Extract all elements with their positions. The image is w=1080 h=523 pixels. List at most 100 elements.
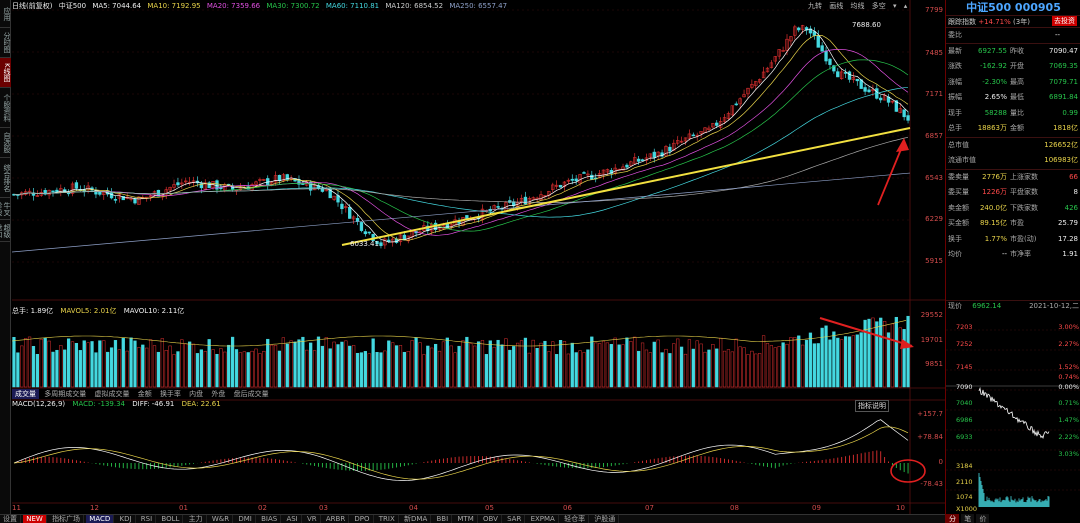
indicator-bias[interactable]: BIAS (258, 515, 282, 523)
indicator-obv[interactable]: OBV (480, 515, 502, 523)
indicator-help-button[interactable]: 指标说明 (855, 400, 889, 412)
volume-bar (133, 340, 137, 388)
tab-outer[interactable]: 外盘 (208, 389, 228, 399)
quote-value: 7069.35 (1049, 62, 1078, 70)
indicator-arbr[interactable]: ARBR (323, 515, 350, 523)
month-tick: 06 (563, 504, 572, 512)
volume-bar (500, 344, 504, 388)
volume-bar (195, 353, 200, 388)
mini-pct-tick: 0.74% (1058, 373, 1079, 381)
indicator-bbi[interactable]: BBI (433, 515, 453, 523)
quote-label: 换手 (948, 234, 962, 243)
candle-body (74, 182, 79, 189)
tab-diagnosis[interactable]: 牛叉诊股 (0, 198, 11, 220)
volume-bar (672, 343, 676, 388)
tab-ranking[interactable]: 综合排名 (0, 158, 11, 198)
ma30-value: MA30: 7300.72 (266, 2, 320, 10)
settings-button[interactable]: 设置 (0, 515, 21, 523)
indicator-light-position[interactable]: 轻仓率 (561, 515, 590, 523)
tab-tick[interactable]: 笔 (961, 514, 975, 523)
volume-bar (738, 346, 742, 388)
indicator-sar[interactable]: SAR (504, 515, 526, 523)
tab-turnover[interactable]: 换手率 (157, 389, 184, 399)
volume-bar (234, 349, 239, 388)
mavol5-value: MAVOL5: 2.01亿 (60, 307, 117, 315)
volume-bar (188, 341, 192, 388)
quote-label: 平盘家数 (1010, 188, 1038, 196)
quote-value: 1226万 (982, 188, 1007, 196)
tab-apps[interactable]: 应用 (0, 0, 11, 28)
macd-tick: +157.7 (917, 410, 943, 418)
mini-chart-axes: 7203 7252 7145 7090 7040 6986 6933 3.00%… (948, 310, 1079, 514)
volume-bar (16, 352, 20, 388)
draw-line-button[interactable]: 画线 (829, 2, 843, 10)
tab-amount[interactable]: 金额 (135, 389, 155, 399)
nine-turn-button[interactable]: 九转 (808, 2, 822, 10)
indicator-macd[interactable]: MACD (86, 515, 115, 523)
tab-watchlist[interactable]: 自选股 (0, 128, 11, 158)
volume-bar (410, 340, 414, 388)
quote-value: 240.0亿 (979, 203, 1007, 212)
tab-multi-volume[interactable]: 多周期成交量 (41, 389, 89, 399)
indicator-square-button[interactable]: 指标广场 (49, 515, 85, 523)
invest-button[interactable]: 去投资 (1052, 16, 1077, 26)
indicator-hk-connect[interactable]: 沪股通 (591, 515, 620, 523)
quote-value: 126652亿 (1044, 140, 1078, 149)
quote-value: 89.15亿 (979, 219, 1007, 227)
indicator-asi[interactable]: ASI (283, 515, 302, 523)
macd-params[interactable]: MACD(12,26,9) (12, 400, 65, 408)
indicator-rsi[interactable]: RSI (138, 515, 157, 523)
chevron-up-icon[interactable]: ▴ (904, 2, 908, 10)
volume-bar (203, 351, 207, 388)
volume-bar (902, 329, 906, 388)
tab-kline[interactable]: K线图 (0, 58, 11, 88)
quote-value: 17.28 (1057, 234, 1078, 243)
tab-profile[interactable]: 个股资料 (0, 88, 11, 128)
volume-bar (586, 349, 590, 388)
tab-virtual-volume[interactable]: 虚拟成交量 (91, 389, 132, 399)
volume-bar (152, 345, 157, 388)
indicator-wr[interactable]: W&R (209, 515, 234, 523)
volume-bar (31, 346, 36, 388)
volume-bar (578, 350, 582, 388)
quote-panel: 中证500 000905 跟踪指数 +14.71% (3年) 去投资 委比 --… (945, 0, 1080, 523)
tab-super-tape[interactable]: 超级盘口 (0, 220, 11, 242)
price-tick: 7171 (925, 90, 943, 98)
kline-chart-area[interactable] (12, 0, 945, 514)
indicator-mtm[interactable]: MTM (454, 515, 478, 523)
tab-minute[interactable]: 分 (946, 514, 959, 523)
indicator-trix[interactable]: TRIX (376, 515, 399, 523)
quote-value: 1.91 (1062, 250, 1078, 258)
indicator-dpo[interactable]: DPO (351, 515, 374, 523)
mini-chart-price: 6962.14 (972, 302, 1002, 310)
tab-inner[interactable]: 内盘 (186, 389, 206, 399)
candle-body (496, 206, 500, 208)
dea-line (13, 426, 909, 480)
long-short-button[interactable]: 多空 (872, 2, 886, 10)
tab-volume[interactable]: 成交量 (12, 389, 39, 399)
candle-body (379, 242, 383, 246)
indicator-main[interactable]: 主力 (186, 515, 207, 523)
mini-pct-tick: 2.27% (1058, 340, 1079, 348)
tab-after-hours[interactable]: 盘后成交量 (231, 389, 272, 399)
indicator-kdj[interactable]: KDJ (117, 515, 136, 523)
volume-bar (254, 348, 258, 388)
volume-bar (886, 332, 891, 388)
indicator-new-dma[interactable]: 新DMA (401, 515, 432, 523)
indicator-boll[interactable]: BOLL (158, 515, 184, 523)
indicator-dmi[interactable]: DMI (235, 515, 256, 523)
volume-bar (691, 348, 695, 388)
candle-body (652, 151, 656, 158)
price-tick: 6543 (925, 174, 943, 182)
volume-bars (12, 315, 910, 388)
ma-button[interactable]: 均线 (850, 2, 864, 10)
volume-bar (625, 337, 629, 388)
quote-label: 最新 (948, 46, 962, 55)
tab-intraday[interactable]: 分时图 (0, 28, 11, 58)
index-name: 中证500 (58, 2, 87, 10)
period-label[interactable]: 日线(前复权) (12, 2, 52, 10)
chevron-down-icon[interactable]: ▾ (893, 2, 897, 10)
indicator-expma[interactable]: EXPMA (528, 515, 559, 523)
tab-price[interactable]: 价 (976, 514, 990, 523)
indicator-vr[interactable]: VR (304, 515, 321, 523)
